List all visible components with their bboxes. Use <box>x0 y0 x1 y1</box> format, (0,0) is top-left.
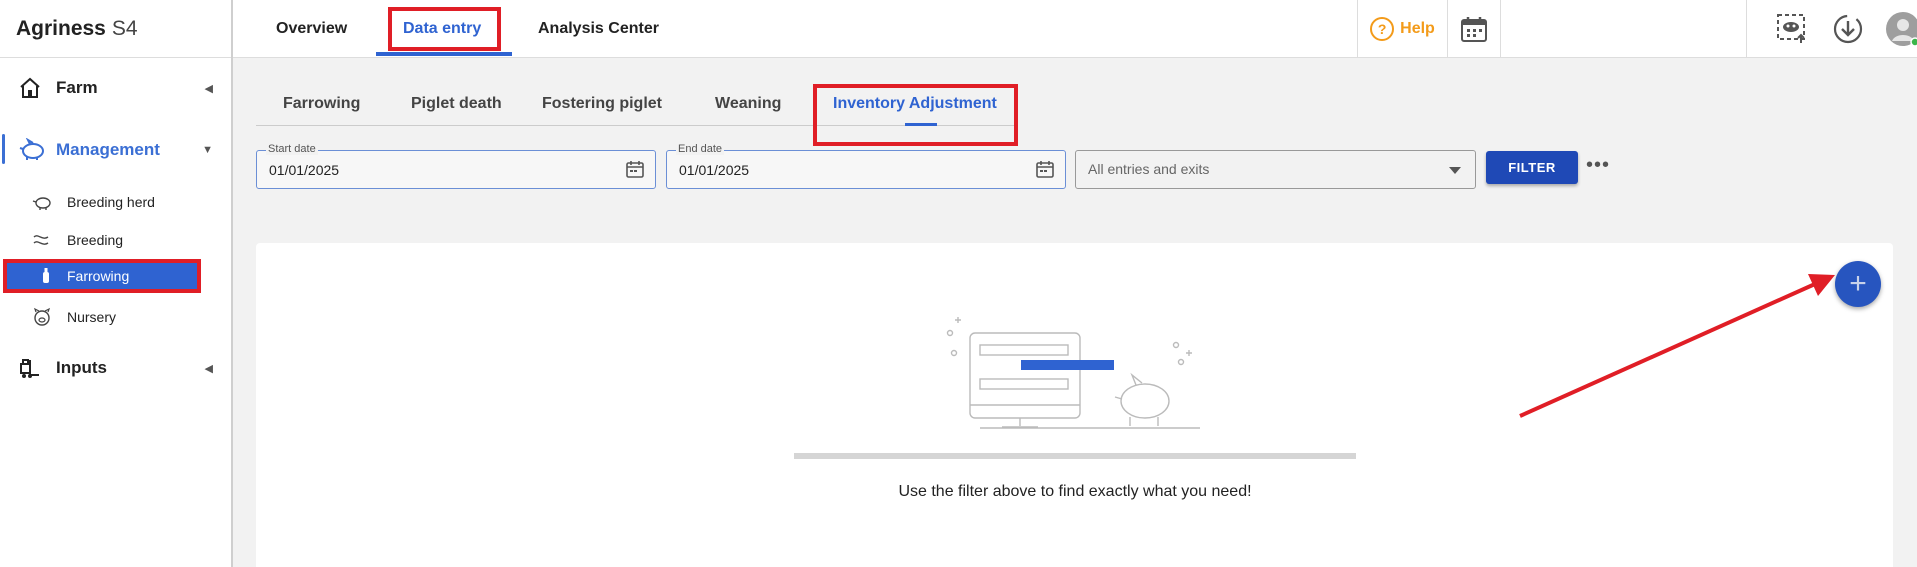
end-date-value: 01/01/2025 <box>679 162 750 178</box>
empty-state-illustration <box>946 317 1200 429</box>
end-date-field[interactable]: End date 01/01/2025 <box>666 143 1066 189</box>
empty-state-message: Use the filter above to find exactly wha… <box>898 483 1252 500</box>
end-date-label: End date <box>676 143 725 155</box>
calendar-icon <box>1461 17 1487 42</box>
start-date-field[interactable]: Start date 01/01/2025 <box>256 143 656 189</box>
breeding-icon <box>33 235 49 245</box>
start-date-label: Start date <box>266 143 318 155</box>
brand-version: S4 <box>111 16 138 40</box>
sidebar: Agriness S4 Farm ◀ Management ▼ Breeding… <box>0 0 233 567</box>
subtab-piglet-death[interactable]: Piglet death <box>411 84 502 124</box>
pig-outline-icon <box>32 197 51 210</box>
tab-analysis-center[interactable]: Analysis Center <box>538 0 659 58</box>
calendar-icon[interactable] <box>1035 159 1055 179</box>
sidebar-item-farm[interactable]: Farm ◀ <box>0 76 231 100</box>
piglet-face-icon <box>33 307 51 326</box>
home-icon <box>20 77 40 98</box>
annotation-arrow <box>1519 274 1835 418</box>
forklift-icon <box>20 359 39 378</box>
subtab-farrowing[interactable]: Farrowing <box>283 84 360 124</box>
sidebar-item-label: Nursery <box>67 309 117 325</box>
sidebar-item-farrowing[interactable]: Farrowing <box>3 259 201 293</box>
farm-selector-icon[interactable] <box>1776 13 1808 45</box>
filter-button[interactable]: FILTER <box>1486 151 1578 184</box>
caret-left-icon: ◀ <box>204 82 213 95</box>
tab-overview[interactable]: Overview <box>276 0 347 58</box>
calendar-icon[interactable] <box>625 159 645 179</box>
sidebar-item-label: Breeding <box>67 232 124 248</box>
app-root: Agriness S4 Farm ◀ Management ▼ Breeding… <box>0 0 1917 567</box>
download-icon[interactable] <box>1832 13 1864 45</box>
active-tab-indicator <box>376 52 512 56</box>
sidebar-item-management[interactable]: Management ▼ <box>0 134 231 164</box>
entries-type-select[interactable]: All entries and exits <box>1075 150 1476 189</box>
subtab-fostering-piglet[interactable]: Fostering piglet <box>542 84 662 124</box>
sidebar-item-nursery[interactable]: Nursery <box>0 302 231 332</box>
entries-type-value: All entries and exits <box>1088 161 1210 177</box>
sidebar-item-inputs[interactable]: Inputs ◀ <box>0 356 231 380</box>
brand-name: Agriness <box>16 16 106 40</box>
avatar[interactable] <box>1885 11 1917 47</box>
sidebar-item-label: Inputs <box>56 358 107 377</box>
bottle-icon <box>43 268 49 283</box>
highlight-box-data-entry <box>388 7 501 51</box>
sidebar-item-breeding[interactable]: Breeding <box>0 225 231 255</box>
sidebar-item-label: Farm <box>56 78 98 97</box>
top-navbar: Overview Data entry Analysis Center ? He… <box>233 0 1917 58</box>
sidebar-item-label: Farrowing <box>67 268 130 284</box>
divider-bar <box>794 453 1356 459</box>
sidebar-item-label: Breeding herd <box>67 194 155 210</box>
help-button[interactable]: ? Help <box>1357 0 1447 58</box>
topbar-right-actions <box>1746 0 1917 58</box>
subtab-weaning[interactable]: Weaning <box>715 84 781 124</box>
caret-down-icon: ▼ <box>202 144 213 156</box>
help-icon: ? <box>1370 17 1395 41</box>
highlight-box-inventory-adjustment <box>813 84 1018 146</box>
start-date-value: 01/01/2025 <box>269 162 340 178</box>
pig-icon <box>19 138 44 160</box>
calendar-button[interactable] <box>1447 0 1501 58</box>
help-label: Help <box>1400 20 1435 37</box>
sidebar-item-breeding-herd[interactable]: Breeding herd <box>0 187 231 217</box>
more-options-icon[interactable]: ••• <box>1586 152 1610 182</box>
brand-logo: Agriness S4 <box>0 0 231 58</box>
caret-left-icon: ◀ <box>204 362 213 375</box>
chevron-down-icon <box>1449 167 1461 174</box>
sidebar-item-label: Management <box>56 140 160 159</box>
